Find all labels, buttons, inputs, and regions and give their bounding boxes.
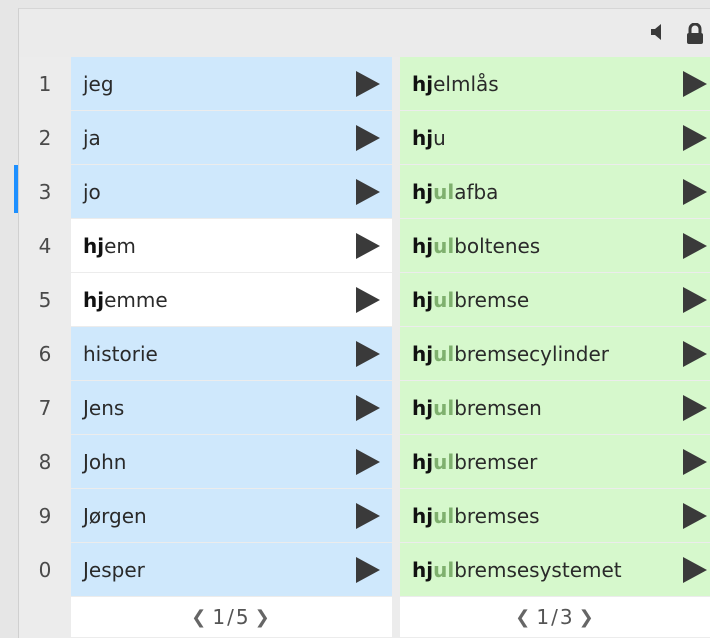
- play-icon[interactable]: [683, 179, 707, 205]
- play-icon[interactable]: [356, 557, 380, 583]
- prediction-panel: 1 2 3 4 5 6 7 8 9 0 jeg ja jo hjem hjemm…: [18, 8, 710, 638]
- play-icon[interactable]: [683, 341, 707, 367]
- word-completion-row[interactable]: hjulbremsen: [400, 381, 710, 434]
- play-icon[interactable]: [683, 395, 707, 421]
- play-icon[interactable]: [356, 179, 380, 205]
- row-number: 0: [19, 543, 71, 596]
- word-completion-row[interactable]: hjulbremsesystemet: [400, 543, 710, 596]
- lock-icon[interactable]: [685, 22, 705, 49]
- word-prediction-list: jeg ja jo hjem hjemme historie Jens John…: [71, 57, 392, 637]
- word-completion-list: hjelmlås hju hjulafba hjulboltenes hjulb…: [400, 57, 710, 637]
- page-current: 1: [212, 605, 228, 629]
- row-number: 8: [19, 435, 71, 488]
- chevron-right-icon[interactable]: ❯: [575, 607, 600, 628]
- word-prediction-row[interactable]: jeg: [71, 57, 392, 110]
- play-icon[interactable]: [683, 125, 707, 151]
- word-completion-row[interactable]: hjulbremse: [400, 273, 710, 326]
- chevron-left-icon[interactable]: ❮: [511, 607, 536, 628]
- page-total: 5: [235, 605, 251, 629]
- row-number: 1: [19, 57, 71, 110]
- row-number: 5: [19, 273, 71, 326]
- play-icon[interactable]: [356, 125, 380, 151]
- right-pager: ❮ 1 / 3 ❯: [400, 597, 710, 637]
- play-icon[interactable]: [356, 233, 380, 259]
- play-icon[interactable]: [356, 341, 380, 367]
- word-completion-row[interactable]: hjelmlås: [400, 57, 710, 110]
- word-prediction-row[interactable]: hjem: [71, 219, 392, 272]
- word-prediction-row[interactable]: John: [71, 435, 392, 488]
- speaker-icon[interactable]: [649, 23, 665, 45]
- row-number: 2: [19, 111, 71, 164]
- word-prediction-row[interactable]: hjemme: [71, 273, 392, 326]
- row-number-column: 1 2 3 4 5 6 7 8 9 0: [19, 57, 71, 597]
- play-icon[interactable]: [356, 449, 380, 475]
- play-icon[interactable]: [356, 395, 380, 421]
- row-number: 9: [19, 489, 71, 542]
- word-prediction-row[interactable]: ja: [71, 111, 392, 164]
- chevron-right-icon[interactable]: ❯: [251, 607, 276, 628]
- left-pager: ❮ 1 / 5 ❯: [71, 597, 392, 637]
- word-prediction-row[interactable]: jo: [71, 165, 392, 218]
- page-current: 1: [536, 605, 552, 629]
- word-completion-row[interactable]: hjulboltenes: [400, 219, 710, 272]
- chevron-left-icon[interactable]: ❮: [187, 607, 212, 628]
- play-icon[interactable]: [356, 287, 380, 313]
- word-completion-row[interactable]: hjulafba: [400, 165, 710, 218]
- word-completion-row[interactable]: hjulbremses: [400, 489, 710, 542]
- play-icon[interactable]: [683, 449, 707, 475]
- word-completion-row[interactable]: hjulbremser: [400, 435, 710, 488]
- page-total: 3: [559, 605, 575, 629]
- row-number: 6: [19, 327, 71, 380]
- play-icon[interactable]: [683, 233, 707, 259]
- word-prediction-row[interactable]: historie: [71, 327, 392, 380]
- play-icon[interactable]: [683, 557, 707, 583]
- word-prediction-row[interactable]: Jørgen: [71, 489, 392, 542]
- word-prediction-row[interactable]: Jesper: [71, 543, 392, 596]
- word-completion-row[interactable]: hjulbremsecylinder: [400, 327, 710, 380]
- play-icon[interactable]: [356, 503, 380, 529]
- row-number: 3: [19, 165, 71, 218]
- play-icon[interactable]: [683, 287, 707, 313]
- play-icon[interactable]: [683, 503, 707, 529]
- word-prediction-row[interactable]: Jens: [71, 381, 392, 434]
- row-number: 7: [19, 381, 71, 434]
- row-number: 4: [19, 219, 71, 272]
- panel-toolbar: [19, 9, 710, 57]
- play-icon[interactable]: [683, 71, 707, 97]
- play-icon[interactable]: [356, 71, 380, 97]
- word-completion-row[interactable]: hju: [400, 111, 710, 164]
